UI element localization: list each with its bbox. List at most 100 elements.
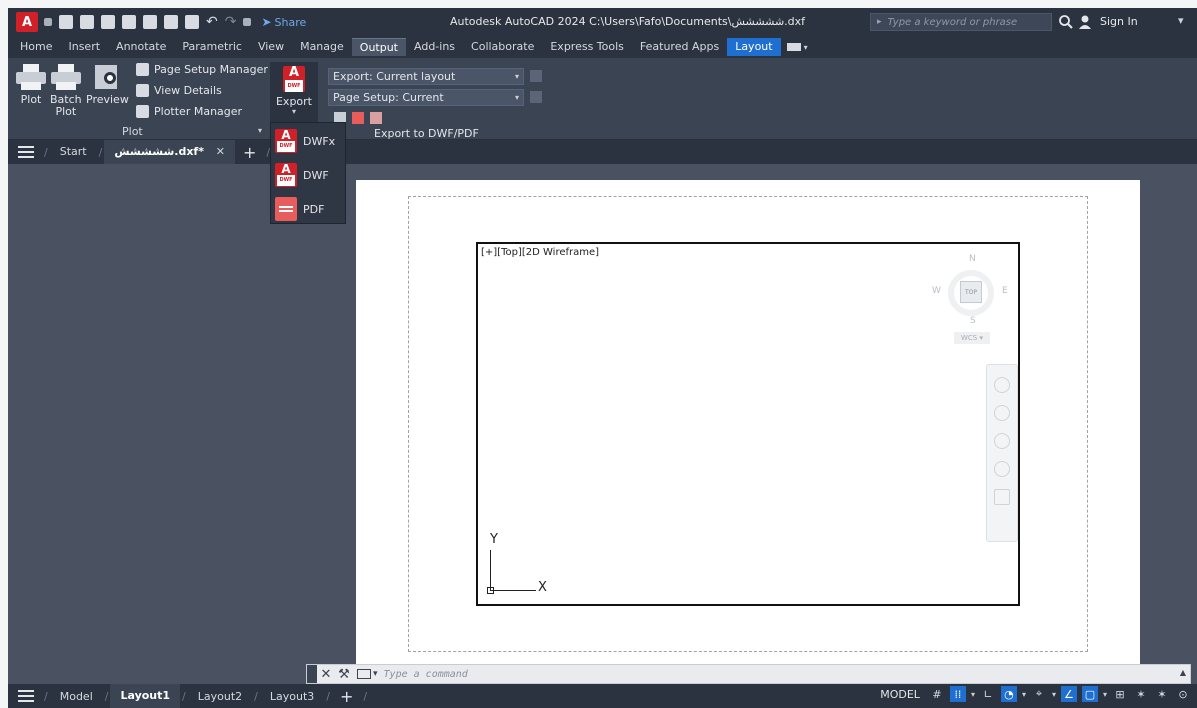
object-snap-tracking-icon[interactable]: ∠ (1060, 686, 1077, 702)
export-dwf-item[interactable]: A DWF DWF (275, 163, 329, 187)
panel-expand-icon[interactable]: ▾ (258, 126, 262, 135)
chevron-down-icon[interactable]: ▾ (1022, 690, 1026, 699)
status-toggles: MODEL # ⁞⁞ ▾ ∟ ◔ ▾ ⌖ ▾ ∠ ▢ ▾ ⊞ ✶ ✶ ⊙ (880, 686, 1191, 702)
viewcube-south[interactable]: S (970, 316, 976, 326)
printer-icon (16, 62, 46, 92)
open-folder-icon[interactable] (80, 15, 94, 29)
export-scope-select[interactable]: Export: Current layout ▾ (328, 68, 524, 85)
search-input[interactable]: ▸ Type a keyword or phrase (870, 13, 1052, 31)
ucs-icon: Y X (484, 532, 554, 602)
tab-featured-apps[interactable]: Featured Apps (632, 38, 727, 56)
steering-wheel-icon[interactable] (994, 377, 1010, 393)
viewcube[interactable]: N W E S TOP WCS ▾ (932, 250, 1016, 346)
tab-layout3[interactable]: Layout3 (260, 690, 324, 703)
tab-start[interactable]: Start (50, 140, 97, 164)
autocad-logo-icon[interactable]: A (16, 12, 38, 32)
command-line-grip[interactable] (307, 665, 317, 683)
viewcube-north[interactable]: N (969, 254, 976, 264)
isometric-icon[interactable]: ⌖ (1031, 686, 1047, 702)
file-menu-icon[interactable] (18, 146, 34, 158)
tab-view[interactable]: View (250, 38, 292, 56)
wrench-icon[interactable]: ⚒ (335, 667, 353, 682)
plotter-manager-button[interactable]: Plotter Manager (136, 105, 242, 118)
redo-icon[interactable]: ↷ (225, 15, 237, 29)
snap-icon[interactable]: ⁞⁞ (949, 686, 966, 702)
export-dwf-small-icon[interactable] (370, 112, 382, 124)
close-icon[interactable]: ✕ (216, 145, 225, 158)
view-details-button[interactable]: View Details (136, 84, 222, 97)
wcs-menu[interactable]: WCS ▾ (954, 332, 990, 344)
tab-layout1[interactable]: Layout1 (110, 684, 181, 708)
lock-icon[interactable]: ⊙ (1175, 686, 1191, 702)
tab-parametric[interactable]: Parametric (174, 38, 250, 56)
viewcube-west[interactable]: W (932, 286, 941, 296)
annotation-scale-icon[interactable]: ⊞ (1112, 686, 1128, 702)
ortho-icon[interactable]: ∟ (980, 686, 996, 702)
auto-scale-icon[interactable]: ✶ (1154, 686, 1170, 702)
export-button[interactable]: A DWF Export ▾ (270, 62, 318, 126)
customize-qat-icon[interactable] (243, 18, 252, 26)
web-mobile-icon[interactable] (164, 15, 178, 29)
tab-insert[interactable]: Insert (60, 38, 108, 56)
orbit-icon[interactable] (994, 461, 1010, 477)
tab-collaborate[interactable]: Collaborate (463, 38, 542, 56)
annotation-visibility-icon[interactable]: ✶ (1133, 686, 1149, 702)
chevron-up-icon[interactable]: ▲ (1180, 668, 1186, 677)
save-icon[interactable] (101, 15, 115, 29)
command-line: ✕ ⚒ ▾ Type a command ▲ (306, 664, 1191, 684)
chevron-down-icon[interactable]: ▾ (1103, 690, 1107, 699)
tab-home[interactable]: Home (12, 38, 60, 56)
share-button[interactable]: ➤ Share (261, 15, 306, 29)
showmotion-icon[interactable] (994, 489, 1010, 505)
drawing-area[interactable]: [+][Top][2D Wireframe] N W E S TOP WCS ▾ (8, 164, 1197, 684)
tab-layout[interactable]: Layout (727, 38, 781, 56)
undo-icon[interactable]: ↶ (206, 15, 218, 29)
new-file-icon[interactable] (59, 15, 73, 29)
tab-annotate[interactable]: Annotate (108, 38, 174, 56)
publish-icon[interactable] (143, 15, 157, 29)
zoom-extents-icon[interactable] (994, 433, 1010, 449)
close-icon[interactable]: ✕ (317, 667, 335, 682)
layout-menu-icon[interactable] (18, 690, 34, 702)
layout-viewport[interactable]: [+][Top][2D Wireframe] N W E S TOP WCS ▾ (476, 242, 1020, 606)
grid-icon[interactable]: # (929, 686, 945, 702)
save-as-icon[interactable] (122, 15, 136, 29)
viewport-controls-label[interactable]: [+][Top][2D Wireframe] (481, 247, 599, 258)
tab-output[interactable]: Output (351, 38, 406, 56)
plot-button[interactable]: Plot (16, 62, 46, 106)
new-tab-icon[interactable]: + (235, 143, 264, 162)
batch-plot-button[interactable]: Batch Plot (50, 62, 82, 118)
tab-manage[interactable]: Manage (292, 38, 352, 56)
page-setup-manager-button[interactable]: Page Setup Manager (136, 63, 268, 76)
chevron-down-icon[interactable]: ▾ (1052, 690, 1056, 699)
export-pdf-item[interactable]: PDF (275, 197, 324, 221)
polar-tracking-icon[interactable]: ◔ (1000, 686, 1017, 702)
command-input[interactable]: Type a command (384, 669, 468, 680)
search-icon[interactable] (1058, 14, 1074, 30)
pan-icon[interactable] (994, 405, 1010, 421)
sign-in-button[interactable]: Sign In (1100, 15, 1138, 28)
page-setup-select[interactable]: Page Setup: Current ▾ (328, 89, 524, 106)
tab-express-tools[interactable]: Express Tools (542, 38, 632, 56)
dropdown-arrow-icon[interactable] (44, 18, 52, 26)
ribbon-display-toggle[interactable]: ▾ (786, 43, 808, 52)
object-snap-icon[interactable]: ▢ (1081, 686, 1098, 702)
viewcube-top-face[interactable]: TOP (960, 281, 982, 303)
model-space-toggle[interactable]: MODEL (880, 688, 920, 701)
tab-add-ins[interactable]: Add-ins (406, 38, 463, 56)
export-dwfx-item[interactable]: A DWF DWFx (275, 129, 335, 153)
user-icon[interactable] (1078, 14, 1092, 30)
viewcube-east[interactable]: E (1002, 286, 1008, 296)
page-setup-options-icon[interactable] (530, 91, 542, 103)
add-layout-icon[interactable]: + (332, 687, 361, 706)
tab-model[interactable]: Model (50, 690, 103, 703)
export-pdf-icon[interactable] (352, 112, 364, 124)
chevron-down-icon[interactable]: ▾ (971, 690, 975, 699)
tab-active-drawing[interactable]: ششششش.dxf* ✕ (104, 140, 236, 164)
tab-layout2[interactable]: Layout2 (188, 690, 252, 703)
title-dropdown-icon[interactable]: ▾ (1178, 14, 1184, 27)
recent-commands-button[interactable]: ▾ (357, 669, 378, 679)
preview-button[interactable]: Preview (86, 62, 129, 106)
plot-icon[interactable] (185, 15, 199, 29)
export-options-icon[interactable] (530, 70, 542, 82)
